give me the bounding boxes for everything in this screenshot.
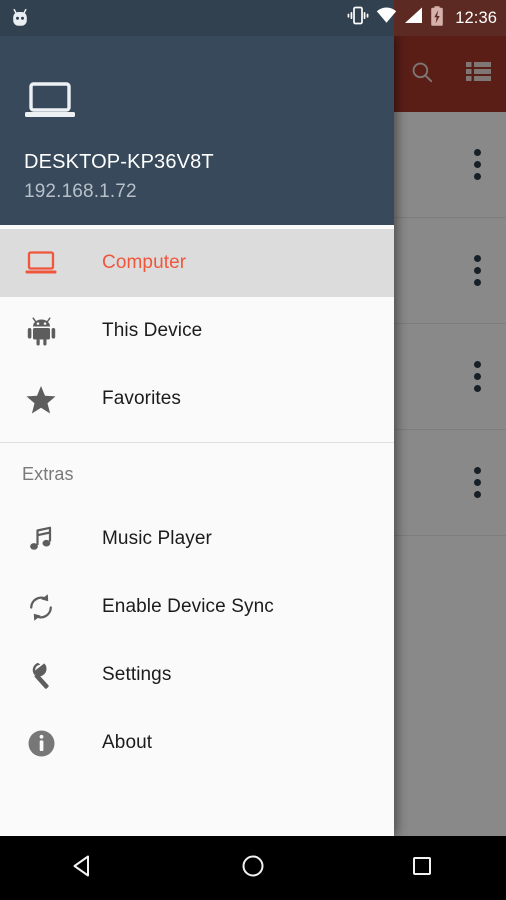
sidebar-item-about[interactable]: About — [0, 709, 394, 777]
device-name: DESKTOP-KP36V8T — [24, 151, 214, 174]
sidebar-item-computer[interactable]: Computer — [0, 229, 394, 297]
system-navigation-bar — [0, 836, 506, 900]
sync-icon — [22, 593, 60, 622]
recents-square-icon — [410, 854, 434, 883]
drawer-header[interactable]: DESKTOP-KP36V8T 192.168.1.72 — [0, 36, 394, 225]
recents-button[interactable] — [387, 836, 457, 900]
sidebar-item-favorites[interactable]: Favorites — [0, 365, 394, 433]
device-ip: 192.168.1.72 — [24, 181, 137, 203]
wrench-icon — [22, 661, 60, 690]
section-header-extras: Extras — [22, 463, 74, 484]
laptop-icon — [24, 82, 370, 125]
status-icons: 12:36 — [347, 5, 497, 31]
sidebar-item-label: Computer — [102, 252, 187, 273]
sidebar-item-this-device[interactable]: This Device — [0, 297, 394, 365]
android-marshmallow-icon — [9, 7, 31, 29]
android-icon — [22, 316, 60, 346]
star-icon — [22, 385, 60, 414]
back-triangle-icon — [71, 853, 97, 884]
drawer-menu: Computer This Device Favorites Extras Mu… — [0, 225, 394, 836]
sidebar-item-enable-device-sync[interactable]: Enable Device Sync — [0, 573, 394, 641]
sidebar-item-music-player[interactable]: Music Player — [0, 505, 394, 573]
vibrate-icon — [347, 6, 369, 30]
wifi-icon — [376, 7, 397, 29]
navigation-drawer: DESKTOP-KP36V8T 192.168.1.72 Computer Th… — [0, 36, 394, 836]
cellular-signal-icon — [404, 7, 423, 29]
sidebar-item-label: Music Player — [102, 528, 212, 549]
back-button[interactable] — [49, 836, 119, 900]
sidebar-item-label: This Device — [102, 320, 203, 341]
sidebar-item-label: About — [102, 732, 153, 753]
android-screen: DESKTOP-KP36V8T 192.168.1.72 Computer Th… — [0, 0, 506, 900]
home-button[interactable] — [218, 836, 288, 900]
status-bar: 12:36 — [0, 0, 506, 36]
music-note-icon — [22, 526, 60, 553]
info-icon — [22, 729, 60, 758]
status-bar-clock: 12:36 — [455, 8, 497, 27]
home-circle-icon — [240, 853, 266, 884]
sidebar-item-label: Settings — [102, 664, 172, 685]
sidebar-item-label: Favorites — [102, 388, 182, 409]
sidebar-item-label: Enable Device Sync — [102, 596, 274, 617]
battery-charging-icon — [430, 5, 444, 31]
laptop-icon — [22, 251, 60, 275]
sidebar-item-settings[interactable]: Settings — [0, 641, 394, 709]
